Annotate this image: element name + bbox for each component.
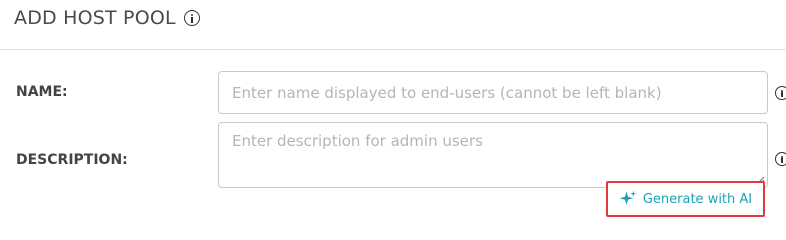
description-label: DESCRIPTION: (16, 152, 128, 168)
name-label: NAME: (16, 84, 68, 100)
sparkle-icon (619, 190, 637, 205)
page-title: ADD HOST POOL (14, 7, 176, 29)
name-input[interactable] (218, 71, 768, 114)
page-header: ADD HOST POOL (0, 0, 786, 50)
description-textarea[interactable] (218, 122, 768, 188)
description-info-icon[interactable] (775, 152, 786, 166)
page-title-row: ADD HOST POOL (14, 7, 200, 29)
generate-with-ai-button[interactable]: Generate with AI (606, 181, 765, 217)
generate-with-ai-label: Generate with AI (642, 191, 753, 207)
name-info-icon[interactable] (775, 86, 786, 100)
title-info-icon[interactable] (183, 10, 200, 26)
